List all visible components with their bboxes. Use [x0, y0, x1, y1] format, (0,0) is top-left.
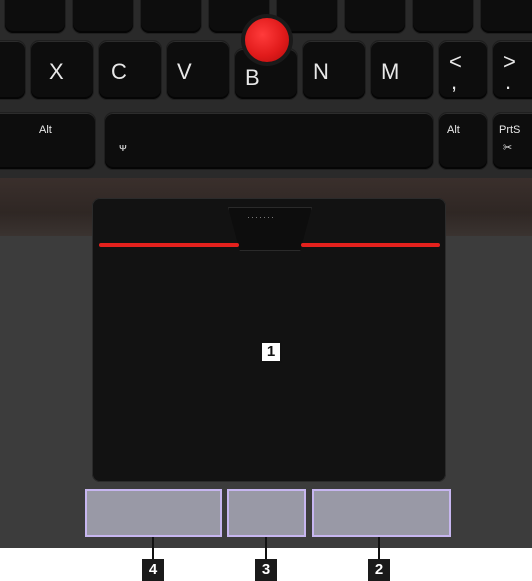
key-n-label: N	[313, 59, 329, 84]
trackpoint[interactable]	[245, 18, 289, 62]
key-top-row[interactable]	[480, 0, 532, 34]
left-click-zone[interactable]	[85, 489, 222, 537]
key-c[interactable]: C	[98, 40, 162, 100]
key-period[interactable]: > .	[492, 40, 532, 100]
keyboard-deck: X C V B N M < , > . Alt ᴪ Alt PrtS ✂	[0, 0, 532, 178]
key-comma-bottom-label: ,	[451, 69, 458, 94]
leader-line-3	[265, 537, 267, 561]
key-m[interactable]: M	[370, 40, 434, 100]
key-prtsc[interactable]: PrtS ✂	[492, 112, 532, 170]
thinkpad-keyboard-touchpad-illustration: X C V B N M < , > . Alt ᴪ Alt PrtS ✂ ···…	[0, 0, 532, 581]
callout-right-click: 2	[368, 559, 390, 581]
key-alt-left[interactable]: Alt	[0, 112, 96, 170]
key-comma[interactable]: < ,	[438, 40, 488, 100]
callout-left-click: 4	[142, 559, 164, 581]
key-prtsc-label: PrtS	[499, 124, 521, 136]
snip-icon: ✂	[503, 142, 513, 154]
key-top-row[interactable]	[412, 0, 474, 34]
key-v-label: V	[177, 59, 192, 84]
notch-dots: ·······	[247, 212, 275, 222]
key-shift-left[interactable]	[0, 40, 26, 100]
key-space[interactable]: ᴪ	[104, 112, 434, 170]
key-alt-right[interactable]: Alt	[438, 112, 488, 170]
key-x[interactable]: X	[30, 40, 94, 100]
left-red-stripe	[99, 243, 239, 247]
space-backlight-icon: ᴪ	[119, 142, 127, 154]
right-red-stripe	[301, 243, 440, 247]
leader-line-2	[378, 537, 380, 561]
leader-line-4	[152, 537, 154, 561]
callout-middle-click: 3	[255, 559, 277, 581]
key-m-label: M	[381, 59, 400, 84]
middle-click-zone[interactable]	[227, 489, 306, 537]
key-top-row[interactable]	[344, 0, 406, 34]
key-v[interactable]: V	[166, 40, 230, 100]
key-period-bottom-label: .	[505, 69, 512, 94]
key-top-row[interactable]	[4, 0, 66, 34]
key-alt-right-label: Alt	[447, 124, 460, 136]
callout-touchpad: 1	[260, 341, 282, 363]
key-alt-left-label: Alt	[39, 124, 52, 136]
key-c-label: C	[111, 59, 127, 84]
key-top-row[interactable]	[140, 0, 202, 34]
right-click-zone[interactable]	[312, 489, 451, 537]
key-b-label: B	[245, 65, 260, 90]
key-n[interactable]: N	[302, 40, 366, 100]
key-x-label: X	[49, 59, 64, 84]
key-top-row[interactable]	[72, 0, 134, 34]
